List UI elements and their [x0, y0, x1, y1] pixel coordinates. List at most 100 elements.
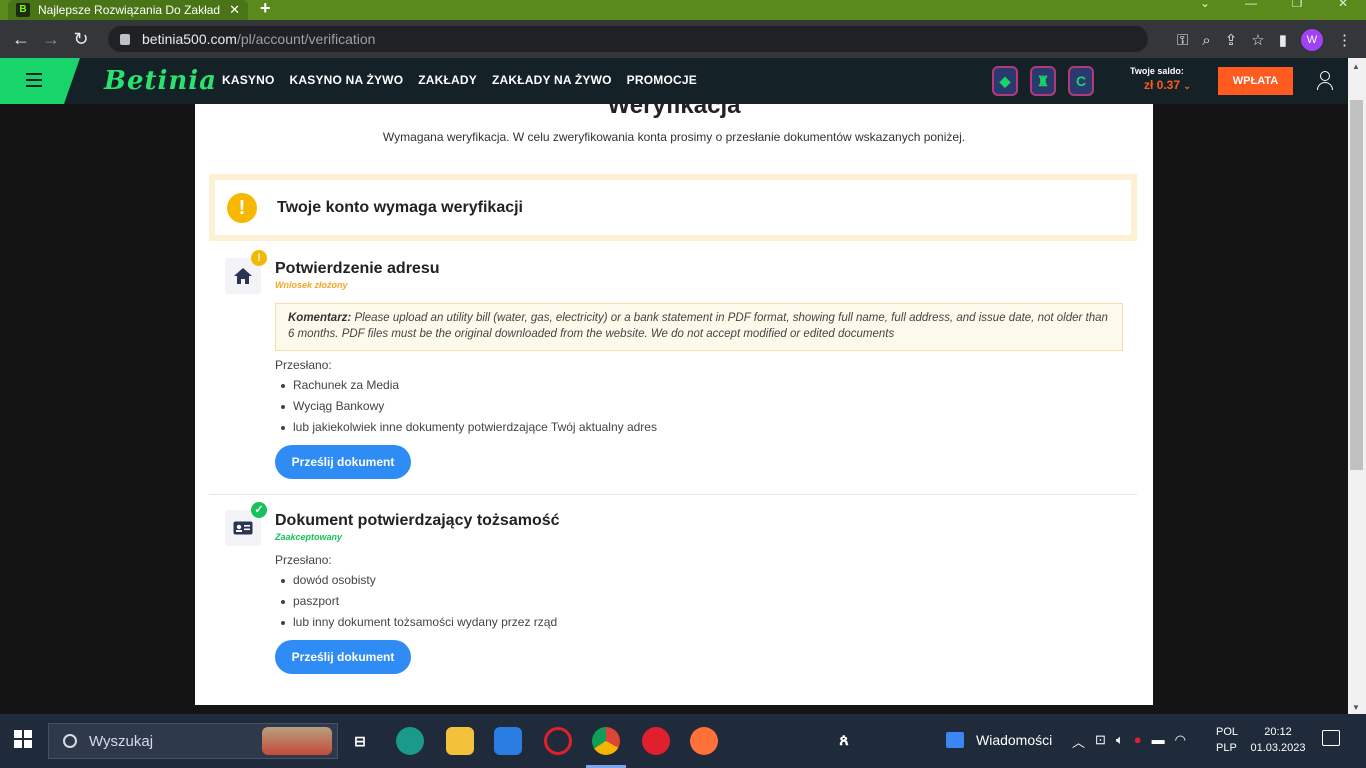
page-subtitle: Wymagana weryfikacja. W celu zweryfikowa… — [382, 130, 966, 144]
identity-documents: Przesłano: dowód osobisty paszport lub i… — [275, 553, 557, 674]
sent-label: Przesłano: — [275, 553, 332, 567]
file-explorer-icon[interactable] — [446, 727, 474, 755]
browser-tab[interactable]: B Najlepsze Rozwiązania Do Zakład ✕ — [8, 0, 248, 20]
comment-text: Please upload an utility bill (water, ga… — [288, 312, 1108, 340]
castle-badge-icon[interactable]: ♜ — [1030, 66, 1056, 96]
upload-address-button[interactable]: Prześlij dokument — [275, 445, 411, 479]
news-widget[interactable]: Wiadomości — [946, 732, 1052, 748]
comment-box: Komentarz: Please upload an utility bill… — [275, 303, 1123, 351]
scroll-down-icon[interactable]: ▼ — [1352, 703, 1360, 712]
edge-icon[interactable] — [396, 727, 424, 755]
tab-close-icon[interactable]: ✕ — [229, 2, 240, 18]
opera-icon[interactable] — [544, 727, 572, 755]
page-scrollbar[interactable]: ▲ ▼ — [1348, 58, 1366, 714]
nav-casino[interactable]: KASYNO — [222, 73, 275, 87]
address-bar: ← → ↻ betinia500.com/pl/account/verifica… — [0, 20, 1366, 58]
wifi-icon[interactable]: ◠ — [1175, 732, 1186, 751]
network-icon[interactable]: ⊡ — [1095, 732, 1106, 751]
identity-status: Zaakceptowany — [275, 532, 343, 542]
search-placeholder: Wyszukaj — [89, 732, 154, 750]
scroll-thumb[interactable] — [1350, 100, 1363, 470]
taskbar: Wyszukaj ⊟ ጰ Wiadomości ︿ ⊡ 🔈︎ ● ▬ ◠ POL… — [0, 714, 1366, 768]
upload-identity-button[interactable]: Prześlij dokument — [275, 640, 411, 674]
nav-live-bets[interactable]: ZAKŁADY NA ŻYWO — [492, 73, 612, 87]
address-section: ! Potwierdzenie adresu Wniosek złożony K… — [225, 250, 1138, 488]
nav-live-casino[interactable]: KASYNO NA ŻYWO — [290, 73, 404, 87]
list-item: paszport — [275, 591, 557, 612]
balance-amount: zł 0.37 — [1144, 78, 1181, 92]
toolbar-icons: ⚿ ⌕ ⇪ ☆ ▮ W ⋮ — [1177, 29, 1352, 51]
nav-promotions[interactable]: PROMOCJE — [627, 73, 697, 87]
mail-icon[interactable] — [494, 727, 522, 755]
key-icon[interactable]: ⚿ — [1177, 32, 1188, 49]
forward-arrow-icon[interactable]: → — [36, 29, 66, 50]
chrome-icon[interactable] — [592, 727, 620, 755]
zoom-icon[interactable]: ⌕ — [1202, 32, 1210, 49]
star-icon[interactable]: ☆ — [1251, 31, 1264, 49]
balance[interactable]: Twoje saldo: zł 0.37 ⌄ — [1130, 66, 1191, 92]
news-label: Wiadomości — [976, 732, 1053, 748]
address-title: Potwierdzenie adresu — [275, 260, 440, 277]
identity-section: ✓ Dokument potwierdzający tożsamość Zaak… — [225, 502, 1138, 700]
reload-icon[interactable]: ↻ — [66, 29, 96, 50]
dropdown-chevron-icon[interactable]: ⌄ — [1182, 0, 1228, 10]
betinia-favicon-icon: B — [16, 3, 30, 17]
url-host: betinia500.com — [142, 31, 237, 47]
list-item: Rachunek za Media — [275, 375, 657, 396]
nav-bets[interactable]: ZAKŁADY — [418, 73, 477, 87]
close-window-icon[interactable]: ✕ — [1320, 0, 1366, 10]
list-item: Wyciąg Bankowy — [275, 396, 657, 417]
browser-tab-strip: B Najlepsze Rozwiązania Do Zakład ✕ + ⌄ … — [0, 0, 1366, 20]
firefox-icon[interactable] — [690, 727, 718, 755]
system-tray: ︿ ⊡ 🔈︎ ● ▬ ◠ — [1072, 732, 1186, 751]
pending-badge-icon: ! — [251, 250, 267, 266]
verification-alert: ! Twoje konto wymaga weryfikacji — [209, 174, 1137, 241]
minimize-icon[interactable]: — — [1228, 0, 1274, 10]
section-divider — [209, 494, 1137, 495]
comment-label: Komentarz: — [288, 312, 352, 324]
diamond-badge-icon[interactable]: ◆ — [992, 66, 1018, 96]
address-documents: Przesłano: Rachunek za Media Wyciąg Bank… — [275, 358, 657, 479]
hamburger-icon — [26, 73, 42, 87]
maximize-icon[interactable]: ❐ — [1274, 0, 1320, 10]
city-widget-icon[interactable] — [262, 727, 332, 755]
lang-bottom: PLP — [1216, 742, 1237, 754]
chevron-down-icon: ⌄ — [1183, 81, 1191, 91]
lock-icon[interactable] — [120, 33, 130, 45]
clock[interactable]: 20:12 01.03.2023 — [1250, 724, 1306, 756]
user-icon[interactable] — [1316, 71, 1333, 90]
list-item: lub jakiekolwiek inne dokumenty potwierd… — [275, 417, 657, 438]
warning-icon: ! — [227, 192, 257, 223]
notification-icon[interactable] — [1322, 730, 1340, 746]
menu-kebab-icon[interactable]: ⋮ — [1337, 31, 1352, 49]
betinia-logo[interactable]: Betinia — [104, 66, 217, 96]
address-status: Wniosek złożony — [275, 280, 348, 290]
language-indicator[interactable]: POL PLP — [1216, 724, 1238, 756]
reward-badges: ◆ ♜ C — [992, 66, 1094, 96]
accepted-check-icon: ✓ — [251, 502, 267, 518]
clock-date: 01.03.2023 — [1250, 742, 1306, 754]
hamburger-menu-button[interactable] — [0, 58, 80, 104]
people-icon[interactable]: ጰ — [830, 727, 858, 755]
coin-badge-icon[interactable]: C — [1068, 66, 1094, 96]
task-view-icon[interactable]: ⊟ — [346, 727, 374, 755]
page-title: Weryfikacja — [607, 104, 741, 119]
back-arrow-icon[interactable]: ← — [6, 29, 36, 50]
windows-start-icon[interactable] — [14, 730, 32, 748]
side-panel-icon[interactable]: ▮ — [1279, 31, 1287, 49]
battery-icon[interactable]: ▬ — [1152, 732, 1165, 751]
scroll-up-icon[interactable]: ▲ — [1352, 62, 1360, 71]
tab-title: Najlepsze Rozwiązania Do Zakład — [38, 3, 221, 17]
profile-avatar[interactable]: W — [1301, 29, 1323, 51]
virus-app-icon[interactable] — [642, 727, 670, 755]
new-tab-button[interactable]: + — [260, 0, 271, 19]
share-icon[interactable]: ⇪ — [1225, 31, 1238, 49]
tray-app-icon[interactable]: ● — [1134, 732, 1142, 751]
sent-label: Przesłano: — [275, 358, 332, 372]
site-header: Betinia KASYNO KASYNO NA ŻYWO ZAKŁADY ZA… — [0, 58, 1366, 104]
url-input[interactable]: betinia500.com/pl/account/verification — [108, 26, 1148, 52]
volume-icon[interactable]: 🔈︎ — [1116, 732, 1124, 751]
search-icon — [63, 734, 77, 748]
deposit-button[interactable]: WPŁATA — [1218, 67, 1293, 95]
tray-chevron-icon[interactable]: ︿ — [1072, 732, 1085, 751]
